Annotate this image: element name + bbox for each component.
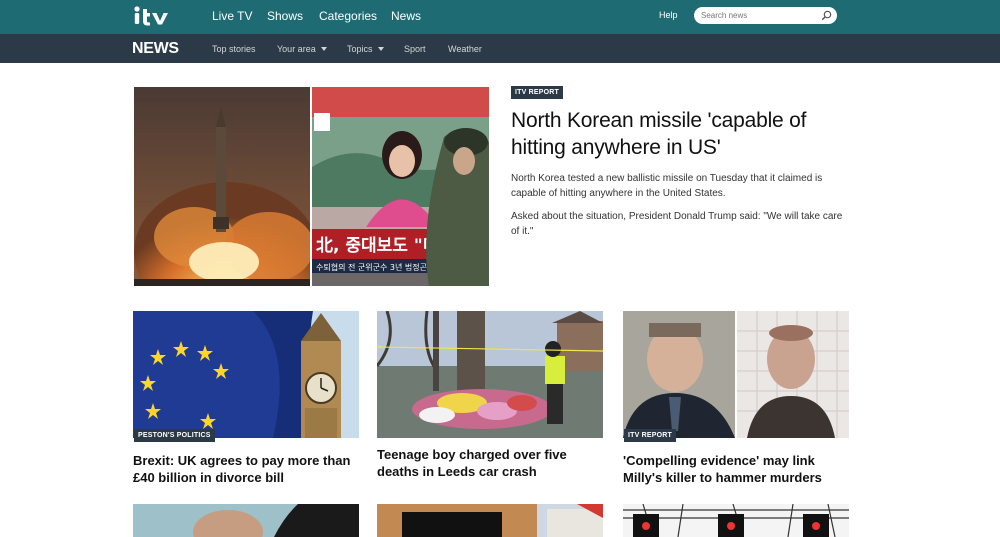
nav-news[interactable]: News [391,9,421,23]
help-link[interactable]: Help [659,10,678,20]
card-image-leeds[interactable] [377,311,603,438]
lead-story-image[interactable]: 北, 중대보도 "미사일 수퇴협의 전 군위군수 3년 법정곤 [134,87,489,286]
subnav-top-stories[interactable]: Top stories [212,44,256,54]
itv-logo[interactable] [133,5,173,27]
search-input[interactable] [701,9,816,22]
card-headline-leeds[interactable]: Teenage boy charged over five deaths in … [377,446,605,480]
lead-story-tag[interactable]: ITV REPORT [511,86,564,99]
lead-story-headline[interactable]: North Korean missile 'capable of hitting… [511,107,841,161]
nav-live-tv[interactable]: Live TV [212,9,252,23]
card-headline-milly[interactable]: 'Compelling evidence' may link Milly's k… [623,452,851,486]
search-icon[interactable] [821,10,832,21]
card-image-row2-3[interactable] [623,504,849,537]
subnav-your-area[interactable]: Your area [277,44,327,54]
card-tag-brexit[interactable]: PESTON'S POLITICS [134,429,215,442]
nav-shows[interactable]: Shows [267,9,303,23]
subnav-your-area-label: Your area [277,44,316,54]
card-image-row2-1[interactable] [133,504,359,537]
search-box [694,7,837,24]
news-sub-bar: NEWS Top stories Your area Topics Sport … [0,34,1000,63]
subnav-topics[interactable]: Topics [347,44,384,54]
nav-categories[interactable]: Categories [319,9,377,23]
chevron-down-icon [320,47,327,51]
subnav-weather[interactable]: Weather [448,44,482,54]
tv-ticker-text: 수퇴협의 전 군위군수 3년 법정곤 [316,262,427,272]
card-image-row2-2[interactable] [377,504,603,537]
card-image-milly[interactable] [623,311,849,438]
lead-story-summary: North Korea tested a new ballistic missi… [511,173,823,199]
chevron-down-icon [377,47,384,51]
card-image-brexit[interactable] [133,311,359,438]
subnav-topics-label: Topics [347,44,373,54]
card-tag-milly[interactable]: ITV REPORT [624,429,677,442]
card-headline-brexit[interactable]: Brexit: UK agrees to pay more than £40 b… [133,452,361,486]
news-title[interactable]: NEWS [132,40,179,58]
subnav-sport[interactable]: Sport [404,44,426,54]
top-bar: Live TV Shows Categories News Help [0,0,1000,34]
lead-story-quote: Asked about the situation, President Don… [511,211,843,237]
